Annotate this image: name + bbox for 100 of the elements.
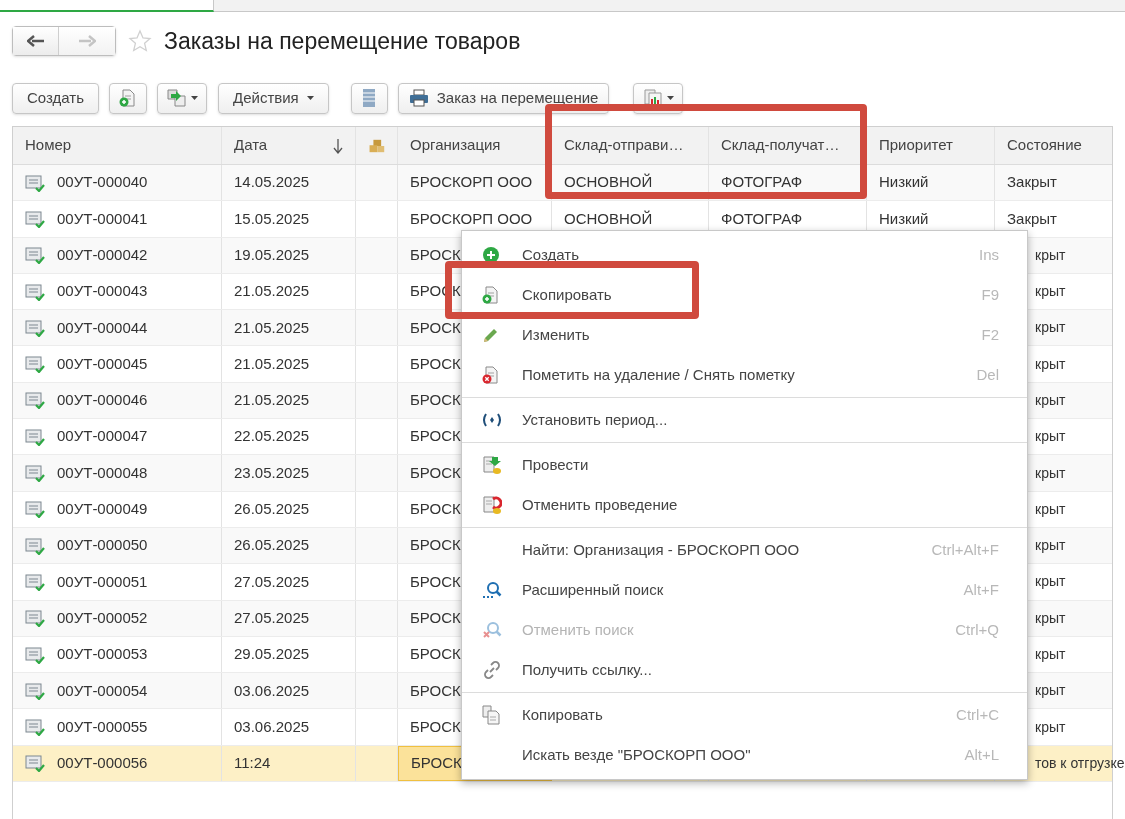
shortcut-label: Alt+L: [964, 744, 999, 765]
menu-item[interactable]: Скопировать F9: [462, 275, 1027, 315]
table-cell-text: БРОСК: [410, 716, 461, 737]
menu-item[interactable]: Искать везде "БРОСКОРП ООО" Alt+L: [462, 735, 1027, 775]
table-cell-text: 00УТ-000045: [57, 353, 148, 374]
column-header[interactable]: Приоритет: [867, 127, 995, 164]
shortcut-label: Ins: [979, 244, 999, 265]
column-header[interactable]: Склад-получат…: [709, 127, 867, 164]
table-cell-text: 00УТ-000044: [57, 317, 148, 338]
shortcut-label: Alt+F: [963, 579, 999, 600]
table-cell-text: 00УТ-000054: [57, 680, 148, 701]
table-cell-text: 26.05.2025: [234, 499, 310, 520]
table-cell-text: крыт: [1035, 354, 1066, 374]
list-icon: [362, 88, 377, 108]
table-cell-text: БРОСК: [410, 499, 461, 520]
document-check-icon: [25, 391, 45, 410]
documents-arrow-icon: [166, 89, 187, 107]
table-cell-text: 26.05.2025: [234, 535, 310, 556]
table-cell-text: БРОСК: [410, 462, 461, 483]
table-cell-text: БРОСК: [410, 426, 461, 447]
table-cell-text: крыт: [1035, 645, 1066, 664]
menu-item[interactable]: Провести: [462, 445, 1027, 485]
caret-icon: [190, 96, 198, 100]
table-cell-text: крыт: [1035, 463, 1066, 483]
document-check-icon: [25, 645, 45, 664]
table-cell-text: 19.05.2025: [234, 245, 310, 265]
table-cell-text: БРОСКОРП ООО: [410, 172, 533, 193]
menu-item[interactable]: Пометить на удаление / Снять пометку Del: [462, 355, 1027, 395]
table-cell-text: 14.05.2025: [234, 172, 310, 193]
page-title: Заказы на перемещение товаров: [164, 26, 521, 56]
copy-document-button[interactable]: [109, 82, 147, 114]
table-cell-text: крыт: [1035, 717, 1066, 737]
table-cell-text: 00УТ-000046: [57, 390, 148, 411]
link-icon: [482, 660, 502, 680]
menu-item[interactable]: Изменить F2: [462, 315, 1027, 355]
table-cell-text: 00УТ-000043: [57, 281, 148, 302]
table-cell-text: 27.05.2025: [234, 571, 310, 592]
table-cell-text: БРОСК: [410, 390, 461, 411]
column-header[interactable]: Склад-отправи…: [552, 127, 709, 164]
table-cell-text: Закрыт: [1007, 172, 1057, 193]
table-cell-text: 00УТ-000050: [57, 535, 148, 556]
document-check-icon: [25, 209, 45, 228]
menu-item[interactable]: Создать Ins: [462, 235, 1027, 275]
column-header[interactable]: Номер: [13, 127, 222, 164]
document-check-icon: [25, 246, 45, 265]
table-cell-text: крыт: [1035, 245, 1066, 265]
table-cell-text: крыт: [1035, 681, 1066, 701]
menu-item[interactable]: Копировать Ctrl+C: [462, 695, 1027, 735]
document-add-icon: [482, 286, 500, 304]
table-cell-text: 00УТ-000040: [57, 172, 148, 193]
document-check-icon: [25, 609, 45, 628]
back-button[interactable]: [13, 27, 59, 55]
document-check-icon: [25, 282, 45, 301]
menu-item[interactable]: Найти: Организация - БРОСКОРП ООО Ctrl+Alt+F: [462, 530, 1027, 570]
table-cell-text: ОСНОВНОЙ: [564, 208, 653, 229]
table-cell-text: 23.05.2025: [234, 462, 310, 483]
document-delete-icon: [482, 366, 500, 384]
post-icon: [482, 455, 502, 475]
table-cell-text: 00УТ-000042: [57, 245, 148, 265]
menu-item[interactable]: Отменить проведение: [462, 485, 1027, 525]
table-cell-text: крыт: [1035, 427, 1066, 447]
list-button[interactable]: [350, 82, 388, 114]
table-cell-text: БРОСК: [410, 607, 461, 628]
menu-item[interactable]: Получить ссылку...: [462, 650, 1027, 690]
tab[interactable]: [0, 0, 214, 12]
table-cell-text: 27.05.2025: [234, 607, 310, 628]
column-header[interactable]: Дата: [222, 127, 356, 164]
document-add-icon: [119, 89, 137, 107]
shortcut-label: F9: [981, 284, 999, 305]
menu-item[interactable]: Расширенный поиск Alt+F: [462, 570, 1027, 610]
create-button[interactable]: Создать: [12, 82, 99, 114]
add-icon: [482, 246, 500, 264]
document-check-icon: [25, 355, 45, 374]
table-cell-text: 15.05.2025: [234, 208, 310, 229]
table-cell-text: крыт: [1035, 282, 1066, 302]
shortcut-label: Del: [976, 364, 999, 385]
table-cell-text: крыт: [1035, 318, 1066, 338]
print-button[interactable]: Заказ на перемещение: [397, 82, 610, 114]
table-cell-text: БРОСК: [410, 644, 461, 665]
actions-button[interactable]: Действия: [218, 82, 329, 114]
column-header[interactable]: Состояние: [995, 127, 1125, 164]
table-cell-text: БРОСК: [410, 317, 461, 338]
star-icon[interactable]: [128, 29, 152, 53]
document-check-icon: [25, 681, 45, 700]
forward-arrow-icon: [78, 35, 96, 47]
post-documents-button[interactable]: [157, 82, 207, 114]
document-check-icon: [25, 500, 45, 519]
table-cell-text: БРОСК: [410, 535, 461, 556]
table-cell-text: крыт: [1035, 499, 1066, 519]
table-cell-text: ФОТОГРАФ: [721, 172, 803, 193]
menu-item[interactable]: Установить период...: [462, 400, 1027, 440]
document-check-icon: [25, 464, 45, 482]
table-cell-text: 00УТ-000047: [57, 426, 148, 447]
column-header[interactable]: Организация: [398, 127, 552, 164]
shortcut-label: Ctrl+Q: [955, 619, 999, 640]
table-cell-text: 21.05.2025: [234, 281, 310, 302]
table-cell-text: ОСНОВНОЙ: [564, 172, 653, 193]
table-cell-text: БРОСК: [410, 680, 461, 701]
document-check-icon: [25, 718, 45, 737]
pencil-icon: [482, 326, 500, 344]
